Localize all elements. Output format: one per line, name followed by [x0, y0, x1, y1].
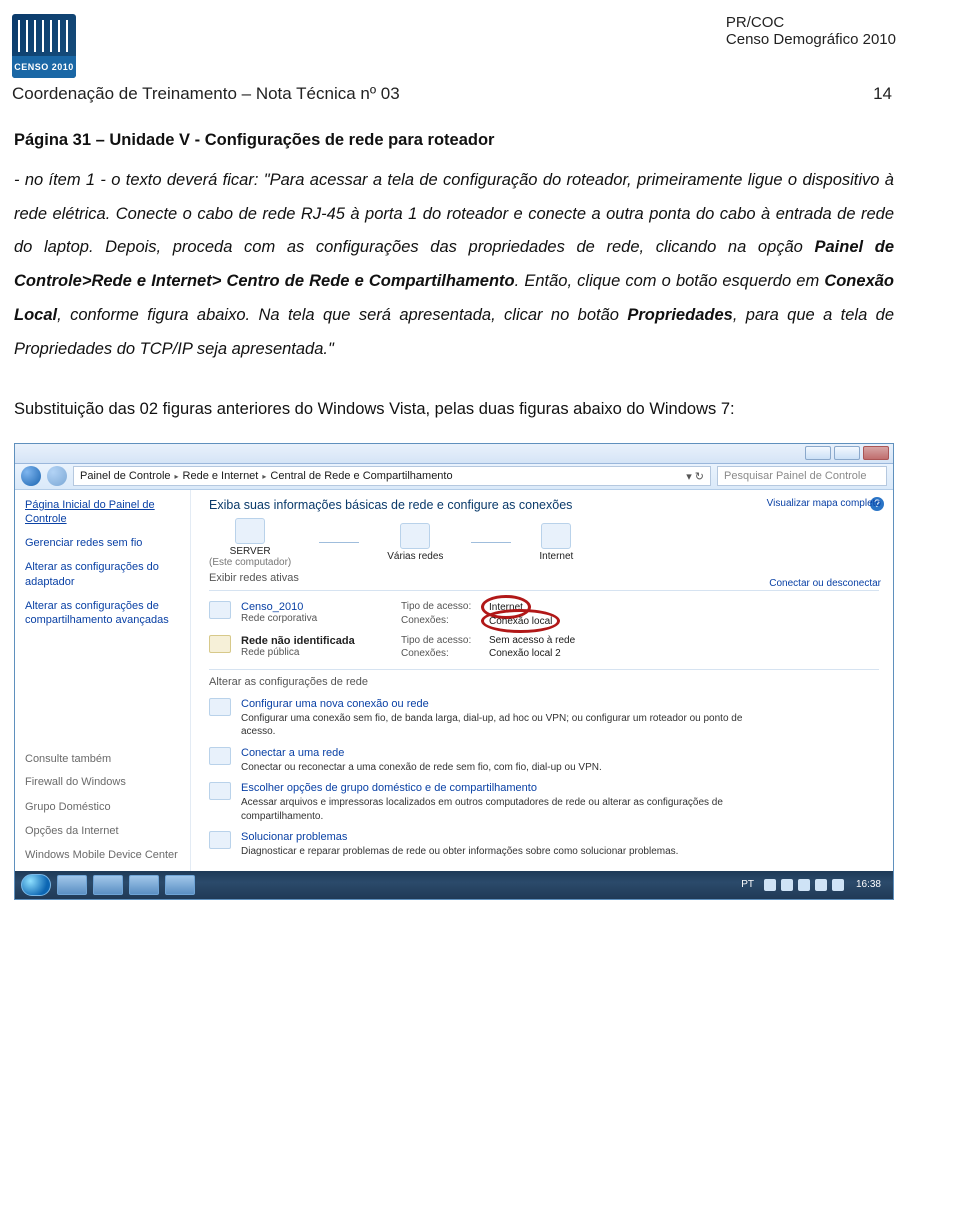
system-tray[interactable]	[764, 879, 844, 891]
minimize-button[interactable]	[805, 446, 831, 460]
sidebar-footer-homegroup[interactable]: Grupo Doméstico	[25, 800, 182, 814]
window-buttons	[805, 446, 889, 460]
task-item: Escolher opções de grupo doméstico e de …	[209, 778, 879, 827]
task-icon	[209, 698, 231, 716]
task-item: Solucionar problemas Diagnosticar e repa…	[209, 827, 879, 863]
globe-icon	[541, 523, 571, 549]
sidebar-footer-firewall[interactable]: Firewall do Windows	[25, 775, 182, 789]
network-map: SERVER(Este computador) Várias redes Int…	[209, 518, 879, 568]
sidebar: Página Inicial do Painel de Controle Ger…	[15, 490, 191, 871]
sidebar-link-wireless[interactable]: Gerenciar redes sem fio	[25, 536, 182, 550]
sidebar-link-adapter[interactable]: Alterar as configurações do adaptador	[25, 560, 182, 589]
crumb-1[interactable]: Rede e Internet	[183, 470, 259, 482]
start-button[interactable]	[21, 874, 51, 896]
windows-screenshot: Painel de Controle▸ Rede e Internet▸ Cen…	[14, 443, 894, 900]
net2-type: Rede pública	[241, 647, 391, 658]
sidebar-link-sharing[interactable]: Alterar as configurações de compartilham…	[25, 599, 182, 628]
body-mid2: , conforme figura abaixo. Na tela que se…	[57, 306, 627, 324]
taskbar-app[interactable]	[57, 875, 87, 895]
sidebar-footer-wmdc[interactable]: Windows Mobile Device Center	[25, 848, 182, 862]
body-text: Página 31 – Unidade V - Configurações de…	[12, 124, 896, 427]
network-icon	[209, 601, 231, 619]
search-placeholder: Pesquisar Painel de Controle	[724, 470, 866, 482]
crumb-0[interactable]: Painel de Controle	[80, 470, 171, 482]
task0-title[interactable]: Configurar uma nova conexão ou rede	[241, 698, 761, 710]
address-bar: Painel de Controle▸ Rede e Internet▸ Cen…	[15, 464, 893, 490]
net2-name: Rede não identificada	[241, 635, 391, 647]
task0-desc: Configurar uma conexão sem fio, de banda…	[241, 712, 761, 739]
breadcrumb[interactable]: Painel de Controle▸ Rede e Internet▸ Cen…	[73, 466, 711, 486]
task2-desc: Acessar arquivos e impressoras localizad…	[241, 796, 761, 823]
taskbar-app[interactable]	[129, 875, 159, 895]
taskbar-app[interactable]	[93, 875, 123, 895]
window-titlebar	[15, 444, 893, 464]
task3-desc: Diagnosticar e reparar problemas de rede…	[241, 845, 678, 859]
sidebar-link-home[interactable]: Página Inicial do Painel de Controle	[25, 498, 182, 527]
net2-v2[interactable]: Conexão local 2	[489, 648, 561, 659]
task3-title[interactable]: Solucionar problemas	[241, 831, 678, 843]
sidebar-footer-heading: Consulte também	[25, 753, 182, 765]
task1-desc: Conectar ou reconectar a uma conexão de …	[241, 761, 602, 775]
network-row-1: Censo_2010 Rede corporativa Tipo de aces…	[209, 597, 879, 631]
net2-v1: Sem acesso à rede	[489, 635, 575, 646]
task-item: Configurar uma nova conexão ou rede Conf…	[209, 694, 879, 743]
body-mid1: . Então, clique com o botão esquerdo em	[515, 272, 825, 290]
task-item: Conectar a uma rede Conectar ou reconect…	[209, 743, 879, 779]
network-row-2: Rede não identificada Rede pública Tipo …	[209, 631, 879, 663]
logo-label: CENSO 2010	[12, 56, 76, 78]
task-icon	[209, 782, 231, 800]
header-line1: PR/COC	[726, 14, 896, 31]
task-list: Configurar uma nova conexão ou rede Conf…	[209, 694, 879, 863]
alterar-label: Alterar as configurações de rede	[209, 676, 879, 688]
net1-v2[interactable]: Conexão local	[489, 616, 552, 627]
main-content: Exiba suas informações básicas de rede e…	[191, 490, 893, 871]
map-internet: Internet	[539, 551, 573, 562]
map-server: SERVER	[209, 546, 291, 557]
section-title: Página 31 – Unidade V - Configurações de…	[14, 131, 494, 149]
maximize-button[interactable]	[834, 446, 860, 460]
subst-text: Substituição das 02 figuras anteriores d…	[14, 393, 894, 427]
net1-k1: Tipo de acesso:	[401, 601, 481, 613]
page-number: 14	[873, 84, 896, 104]
sidebar-footer-internet[interactable]: Opções da Internet	[25, 824, 182, 838]
task2-title[interactable]: Escolher opções de grupo doméstico e de …	[241, 782, 761, 794]
coord-line: Coordenação de Treinamento – Nota Técnic…	[12, 84, 896, 104]
network-icon	[400, 523, 430, 549]
lang-indicator[interactable]: PT	[737, 879, 758, 890]
back-button[interactable]	[21, 466, 41, 486]
taskbar-app[interactable]	[165, 875, 195, 895]
computer-icon	[235, 518, 265, 544]
crumb-2[interactable]: Central de Rede e Compartilhamento	[270, 470, 452, 482]
bench-icon	[209, 635, 231, 653]
net1-name[interactable]: Censo_2010	[241, 601, 391, 613]
net2-k2: Conexões:	[401, 648, 481, 659]
header-line2: Censo Demográfico 2010	[726, 31, 896, 48]
body-bold3: Propriedades	[627, 306, 732, 324]
header-right: PR/COC Censo Demográfico 2010	[726, 14, 896, 48]
task1-title[interactable]: Conectar a uma rede	[241, 747, 602, 759]
connect-disconnect-link[interactable]: Conectar ou desconectar	[769, 578, 881, 589]
search-input[interactable]: Pesquisar Painel de Controle	[717, 466, 887, 486]
forward-button[interactable]	[47, 466, 67, 486]
view-full-map-link[interactable]: Visualizar mapa completo	[767, 498, 881, 509]
censo-logo: CENSO 2010	[12, 14, 76, 78]
taskbar: PT 16:38	[15, 871, 893, 899]
task-icon	[209, 831, 231, 849]
net1-type: Rede corporativa	[241, 613, 391, 624]
document-header: CENSO 2010 PR/COC Censo Demográfico 2010	[12, 14, 896, 78]
body-pre: - no ítem 1 - o texto deverá ficar: "Par…	[14, 171, 894, 257]
close-button[interactable]	[863, 446, 889, 460]
map-server-sub: (Este computador)	[209, 557, 291, 568]
map-multi: Várias redes	[387, 551, 443, 562]
net1-k2: Conexões:	[401, 615, 481, 627]
net2-k1: Tipo de acesso:	[401, 635, 481, 646]
clock: 16:38	[850, 879, 887, 890]
task-icon	[209, 747, 231, 765]
coord-text: Coordenação de Treinamento – Nota Técnic…	[12, 84, 400, 104]
